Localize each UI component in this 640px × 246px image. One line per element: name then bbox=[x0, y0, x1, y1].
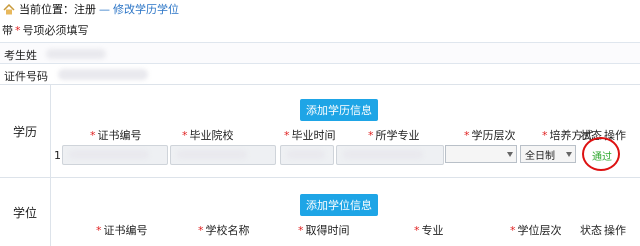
breadcrumb-link[interactable]: 修改学历学位 bbox=[113, 1, 179, 17]
add-education-button[interactable]: 添加学历信息 bbox=[300, 99, 378, 121]
education-section: 学历 添加学历信息 * 证书编号 * 毕业院校 * 毕业时间 * 所学专业 * 学历层次 … bbox=[0, 84, 640, 178]
home-icon bbox=[3, 3, 15, 15]
edu-major-input[interactable] bbox=[336, 145, 444, 165]
chevron-down-icon bbox=[507, 152, 513, 157]
breadcrumb: 当前位置：注册 — 修改学历学位 bbox=[0, 0, 640, 18]
breadcrumb-label: 当前位置：注册 bbox=[19, 3, 96, 16]
degree-section: 学位 添加学位信息 * 证书编号 * 学校名称 * 取得时间 * 专业 * 学位层次 状态… bbox=[0, 177, 640, 246]
deg-col-major: * 专业 bbox=[414, 224, 444, 237]
highlight-circle bbox=[582, 137, 620, 171]
edu-level-select[interactable] bbox=[445, 145, 517, 163]
note-text: 号项必须填写 bbox=[22, 24, 89, 37]
deg-col-time: * 取得时间 bbox=[298, 224, 350, 237]
chevron-down-icon bbox=[566, 152, 572, 157]
examinee-label: 考生姓 bbox=[4, 49, 37, 62]
edu-time-input[interactable] bbox=[280, 145, 334, 165]
deg-col-school: * 学校名称 bbox=[198, 224, 250, 237]
required-note: 带 * 号项必须填写 bbox=[0, 19, 640, 41]
required-star: * bbox=[15, 23, 21, 37]
edu-col-school: * 毕业院校 bbox=[182, 129, 234, 142]
examinee-row: 考生姓 bbox=[0, 42, 640, 63]
education-label: 学历 bbox=[12, 124, 37, 139]
edu-mode-select[interactable]: 全日制 bbox=[520, 145, 576, 163]
examinee-value bbox=[46, 49, 106, 59]
edu-cert-input[interactable] bbox=[62, 145, 168, 165]
id-label: 证件号码 bbox=[4, 70, 48, 83]
edu-col-major: * 所学专业 bbox=[368, 129, 420, 142]
degree-label: 学位 bbox=[12, 205, 37, 220]
deg-col-cert: * 证书编号 bbox=[96, 224, 148, 237]
add-degree-button[interactable]: 添加学位信息 bbox=[300, 194, 378, 216]
edu-school-input[interactable] bbox=[170, 145, 276, 165]
id-row: 证件号码 bbox=[0, 63, 640, 84]
note-prefix: 带 bbox=[2, 24, 13, 37]
deg-col-status: 状态 操作 bbox=[580, 224, 626, 237]
breadcrumb-separator: — bbox=[99, 2, 110, 16]
edu-col-time: * 毕业时间 bbox=[284, 129, 336, 142]
id-value bbox=[58, 69, 148, 80]
deg-col-level: * 学位层次 bbox=[510, 224, 562, 237]
edu-col-cert: * 证书编号 bbox=[90, 129, 142, 142]
edu-col-level: * 学历层次 bbox=[464, 129, 516, 142]
